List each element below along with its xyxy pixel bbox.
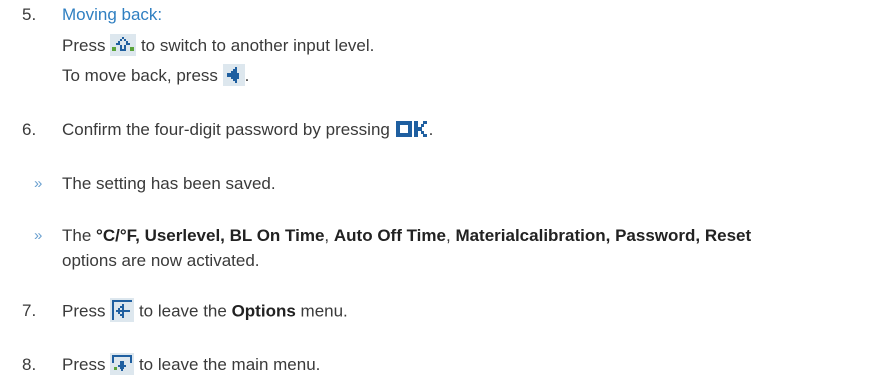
result-text: options are now activated. [62,251,260,270]
step-number: 8. [22,355,37,374]
step-number: 7. [22,301,37,320]
step-text: to switch to another input level. [140,36,375,55]
ok-button-icon [395,119,429,139]
options-menu-label: Options [231,301,296,321]
step-5-line-2: To move back, press . [62,63,250,88]
step-5: 5. Moving back: [0,4,878,26]
result-marker: » [34,227,43,244]
step-text: Press [62,36,106,55]
shift-up-arrow-icon [110,33,137,56]
step-text: To move back, press [62,66,218,85]
result-text: The °C/°F, Userlevel, BL On Time, Auto O… [62,226,752,245]
exit-options-icon [110,298,135,322]
result-text: The setting has been saved. [62,174,276,193]
result-marker: » [34,175,43,192]
step-text: . [244,66,250,85]
option-list: Materialcalibration, Password, Reset [455,226,752,245]
exit-main-menu-icon [110,352,135,375]
result-2-line-2: options are now activated. [62,250,260,272]
step-5-line-1: Press to switch to another input level. [62,33,375,58]
option-list: Auto Off Time [333,226,446,245]
step-text: Press to leave the main menu. [62,352,320,377]
step-text: Confirm the four-digit password by press… [62,119,434,139]
step-number: 6. [22,120,37,139]
step-number: 5. [22,5,37,24]
step-heading: Moving back: [62,5,163,24]
back-arrow-icon [222,63,245,86]
step-text: Press to leave the Options menu. [62,298,348,324]
option-list: °C/°F, Userlevel, BL On Time [96,226,325,245]
